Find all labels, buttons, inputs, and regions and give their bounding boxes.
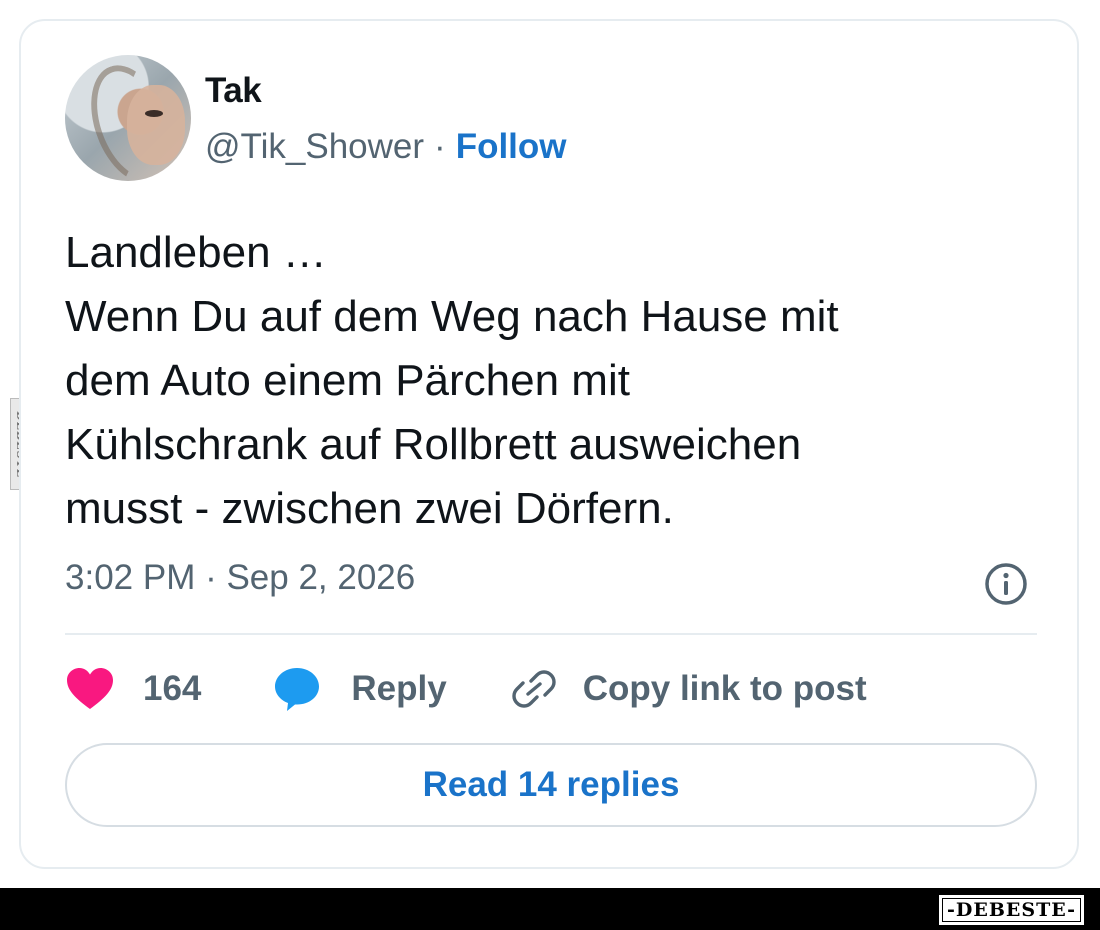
reply-button[interactable]: Reply [273,666,447,712]
avatar-eye [145,110,163,117]
tweet-card: Tak @Tik_Shower · Follow Landleben … Wen… [19,19,1079,869]
copy-link-button[interactable]: Copy link to post [509,667,867,711]
tweet-text: Landleben … Wenn Du auf dem Weg nach Hau… [65,228,839,533]
heart-icon [65,667,115,711]
debeste-logo: -DEBESTE- [939,895,1084,925]
action-bar: 164 Reply Copy link to post [65,661,867,717]
separator-dot: · [434,127,446,166]
like-count: 164 [143,669,202,708]
read-replies-button[interactable]: Read 14 replies [65,743,1037,827]
like-button[interactable]: 164 [65,667,201,711]
avatar[interactable] [65,55,191,181]
link-icon [509,667,559,711]
copy-link-label: Copy link to post [582,669,867,708]
tweet-timestamp[interactable]: 3:02 PM · Sep 2, 2026 [65,558,415,598]
user-handle[interactable]: @Tik_Shower [205,127,424,167]
divider [65,633,1037,635]
info-icon[interactable] [983,561,1029,607]
follow-button[interactable]: Follow [456,127,567,167]
footer-bar: -DEBESTE- [0,888,1100,930]
speech-bubble-icon [273,666,321,712]
user-name[interactable]: Tak [205,71,262,111]
handle-row: @Tik_Shower · Follow [205,127,567,167]
reply-label: Reply [351,669,447,708]
avatar-face [127,85,185,165]
